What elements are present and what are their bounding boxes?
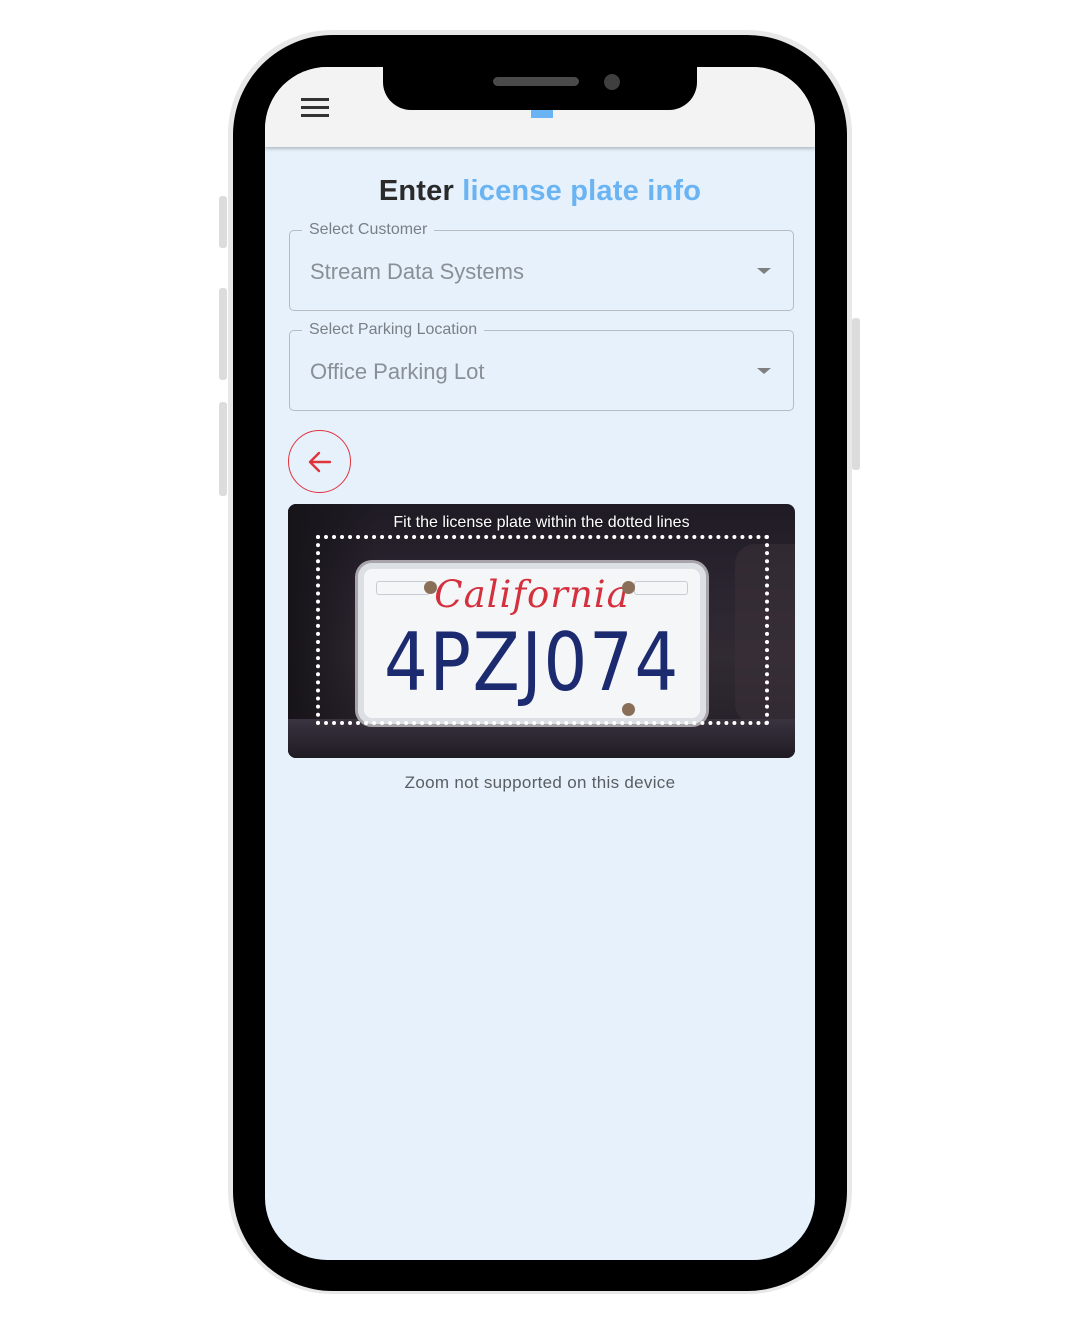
plate-guide-frame	[316, 535, 769, 725]
customer-select-value: Stream Data Systems	[310, 259, 524, 284]
phone-screen: Enter license plate info Select Customer…	[265, 67, 815, 1260]
volume-down-button	[219, 402, 227, 496]
speaker-grille	[493, 77, 579, 86]
page-title: Enter license plate info	[265, 175, 815, 208]
back-button[interactable]	[288, 430, 351, 493]
title-accent: license plate info	[462, 175, 702, 207]
silent-switch	[219, 196, 227, 248]
hamburger-menu-icon[interactable]	[297, 95, 333, 123]
customer-select[interactable]: Select Customer Stream Data Systems	[289, 220, 794, 311]
parking-location-select-label: Select Parking Location	[302, 320, 485, 340]
front-camera	[604, 74, 620, 90]
volume-up-button	[219, 288, 227, 380]
parking-location-select-value: Office Parking Lot	[310, 359, 485, 384]
zoom-status-text: Zoom not supported on this device	[404, 773, 676, 792]
dropdown-arrow-icon	[757, 268, 771, 274]
phone-notch	[383, 60, 697, 110]
power-button	[852, 318, 860, 470]
dropdown-arrow-icon	[757, 368, 771, 374]
arrow-left-icon	[308, 451, 332, 473]
parking-location-select[interactable]: Select Parking Location Office Parking L…	[289, 320, 794, 411]
title-prefix: Enter	[378, 175, 454, 207]
camera-preview[interactable]: California 4PZJ074 Fit the license plate…	[288, 504, 795, 758]
camera-hint: Fit the license plate within the dotted …	[393, 514, 690, 531]
customer-select-label: Select Customer	[302, 220, 435, 240]
